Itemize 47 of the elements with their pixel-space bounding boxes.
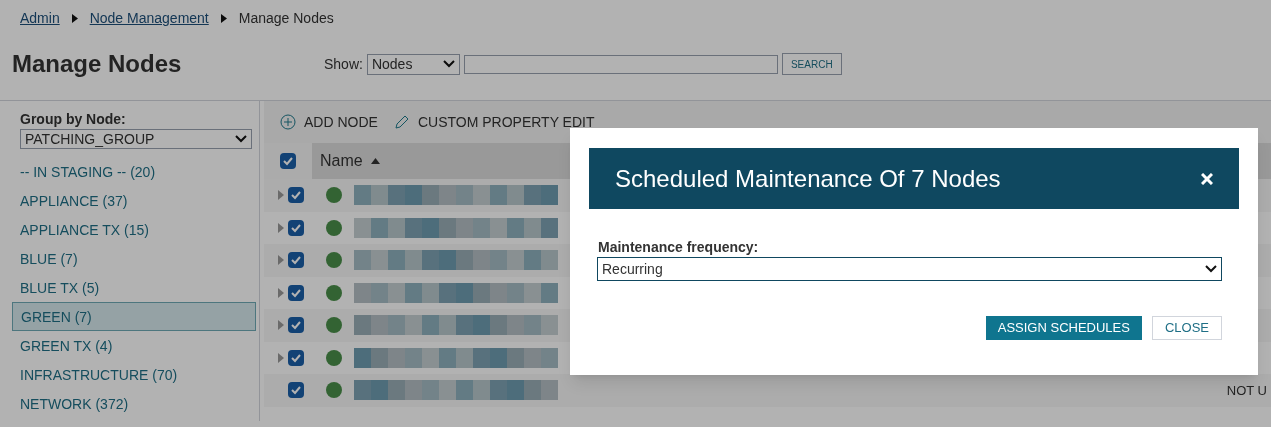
toolbar-button[interactable]: ADD NODE (280, 112, 378, 132)
toolbar-button[interactable]: CUSTOM PROPERTY EDIT (393, 112, 595, 132)
expand-icon[interactable] (278, 222, 284, 233)
checkbox[interactable] (280, 153, 296, 169)
group-item[interactable]: -- IN STAGING -- (20) (12, 157, 256, 186)
show-label: Show: (324, 55, 363, 74)
plus-circle-icon (280, 114, 296, 130)
page-title: Manage Nodes (12, 49, 183, 79)
dialog-title: Scheduled Maintenance Of 7 Nodes (615, 163, 1001, 194)
group-item[interactable]: BLUE TX (5) (12, 273, 256, 302)
group-item[interactable]: BLUE (7) (12, 244, 256, 273)
group-item[interactable]: INFRASTRUCTURE (70) (12, 360, 256, 389)
checkbox[interactable] (288, 219, 304, 236)
group-by-dropdown[interactable]: PATCHING_GROUP (20, 129, 252, 149)
expand-icon[interactable] (278, 352, 284, 363)
close-button[interactable]: CLOSE (1151, 316, 1222, 340)
caret-right-icon (220, 13, 227, 23)
checkbox[interactable] (288, 252, 304, 269)
frequency-label: Maintenance frequency: (598, 238, 760, 257)
group-item[interactable]: APPLIANCE (37) (12, 186, 256, 215)
checkbox[interactable] (288, 382, 304, 399)
checkbox[interactable] (288, 349, 304, 366)
checkbox[interactable] (288, 187, 304, 204)
group-item[interactable]: GREEN TX (4) (12, 331, 256, 360)
expand-icon[interactable] (278, 287, 284, 298)
group-item[interactable]: APPLIANCE TX (15) (12, 215, 256, 244)
close-icon[interactable] (1201, 172, 1213, 185)
chevron-down-icon (235, 135, 247, 143)
breadcrumb-link[interactable]: Node Management (89, 8, 209, 28)
sort-ascending-icon (370, 158, 380, 164)
chevron-down-icon (1205, 265, 1217, 273)
status-text: NOT U (1226, 381, 1267, 400)
group-item[interactable]: NETWORK (372) (12, 389, 256, 418)
chevron-down-icon (442, 60, 455, 68)
group-by-label: Group by Node: (20, 110, 127, 129)
checkbox[interactable] (288, 317, 304, 334)
caret-right-icon (71, 13, 78, 23)
breadcrumb-current: Manage Nodes (238, 9, 334, 28)
group-item[interactable]: GREEN (7) (12, 302, 256, 331)
frequency-dropdown[interactable]: Recurring (597, 257, 1222, 281)
search-button[interactable]: SEARCH (781, 53, 842, 75)
show-dropdown[interactable]: Nodes (366, 53, 460, 75)
breadcrumb-link[interactable]: Admin (20, 8, 60, 28)
checkbox[interactable] (288, 284, 304, 301)
pencil-icon (393, 114, 410, 130)
search-field[interactable] (463, 54, 778, 74)
assign-schedules-button[interactable]: ASSIGN SCHEDULES (985, 316, 1142, 340)
